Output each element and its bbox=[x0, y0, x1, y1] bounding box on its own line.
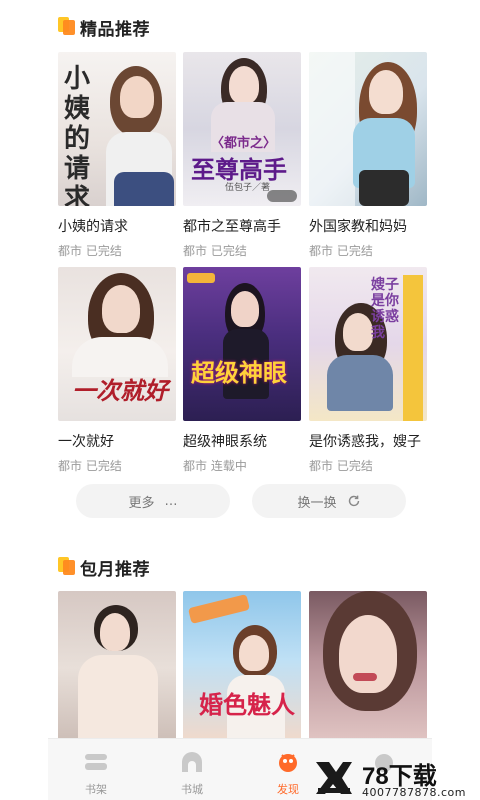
book-meta: 都市 连载中 bbox=[183, 459, 247, 473]
book-cover[interactable]: 一次就好 bbox=[58, 267, 176, 421]
book-meta: 都市 已完结 bbox=[309, 459, 373, 473]
refresh-label: 换一换 bbox=[297, 495, 337, 511]
section-icon bbox=[58, 557, 76, 575]
bookstore-icon bbox=[182, 752, 202, 772]
tab-bookshelf[interactable]: 书架 bbox=[48, 739, 144, 800]
tab-bookstore[interactable]: 书城 bbox=[144, 739, 240, 800]
more-label: 更多 bbox=[128, 495, 155, 511]
book-cover[interactable]: 嫂子 是你诱惑我 bbox=[309, 267, 427, 421]
book-name[interactable]: 小姨的请求 bbox=[58, 216, 176, 236]
book-meta: 都市 已完结 bbox=[309, 244, 373, 258]
x-logo-icon bbox=[316, 762, 352, 794]
book-meta: 都市 已完结 bbox=[183, 244, 247, 258]
book-cover[interactable] bbox=[309, 591, 427, 745]
refresh-icon bbox=[348, 495, 359, 507]
cover-subtitle: 〈都市之〉 bbox=[211, 136, 277, 151]
monthly-section-title: 包月推荐 bbox=[80, 560, 150, 580]
book-name[interactable]: 是你诱惑我，嫂子 bbox=[309, 431, 427, 451]
book-cover[interactable]: 〈都市之〉 至尊高手 伍包子／著 bbox=[183, 52, 301, 206]
bookshelf-icon bbox=[85, 754, 107, 770]
watermark-logo: 78下载 4007787878.com bbox=[312, 756, 480, 800]
monthly-book-card-2[interactable]: 婚色魅人 bbox=[183, 591, 301, 745]
tab-label: 书架 bbox=[85, 783, 107, 796]
book-card-6[interactable]: 嫂子 是你诱惑我 是你诱惑我，嫂子 都市 已完结 bbox=[309, 267, 427, 474]
cover-title: 小姨的请求 bbox=[64, 64, 91, 206]
cover-title: 一次就好 bbox=[72, 376, 168, 405]
section-icon bbox=[58, 17, 76, 35]
book-cover[interactable] bbox=[309, 52, 427, 206]
featured-section-title: 精品推荐 bbox=[80, 20, 150, 40]
cover-title: 嫂子 是你诱惑我 bbox=[371, 277, 399, 341]
book-name[interactable]: 外国家教和妈妈 bbox=[309, 216, 427, 236]
book-card-1[interactable]: 小姨的请求 小姨的请求 都市 已完结 bbox=[58, 52, 176, 259]
book-cover[interactable]: 小姨的请求 bbox=[58, 52, 176, 206]
cover-author: 伍包子／著 bbox=[225, 183, 271, 193]
book-card-4[interactable]: 一次就好 一次就好 都市 已完结 bbox=[58, 267, 176, 474]
refresh-button[interactable]: 换一换 bbox=[252, 484, 406, 518]
tab-label: 书城 bbox=[181, 783, 203, 796]
cover-title: 超级神眼 bbox=[191, 358, 287, 387]
book-card-3[interactable]: 外国家教和妈妈 都市 已完结 bbox=[309, 52, 427, 259]
discover-icon bbox=[279, 754, 297, 772]
book-card-5[interactable]: 超级神眼 超级神眼系统 都市 连载中 bbox=[183, 267, 301, 474]
book-name[interactable]: 都市之至尊高手 bbox=[183, 216, 301, 236]
book-meta: 都市 已完结 bbox=[58, 244, 122, 258]
book-name[interactable]: 一次就好 bbox=[58, 431, 176, 451]
book-meta: 都市 已完结 bbox=[58, 459, 122, 473]
watermark-url: 4007787878.com bbox=[362, 786, 466, 799]
book-cover[interactable] bbox=[58, 591, 176, 745]
more-button[interactable]: 更多 … bbox=[76, 484, 230, 518]
book-name[interactable]: 超级神眼系统 bbox=[183, 431, 301, 451]
cover-title: 婚色魅人 bbox=[199, 690, 295, 719]
book-card-2[interactable]: 〈都市之〉 至尊高手 伍包子／著 都市之至尊高手 都市 已完结 bbox=[183, 52, 301, 259]
monthly-book-card-1[interactable] bbox=[58, 591, 176, 745]
book-cover[interactable]: 超级神眼 bbox=[183, 267, 301, 421]
monthly-book-card-3[interactable] bbox=[309, 591, 427, 745]
book-cover[interactable]: 婚色魅人 bbox=[183, 591, 301, 745]
more-icon: … bbox=[164, 493, 178, 509]
